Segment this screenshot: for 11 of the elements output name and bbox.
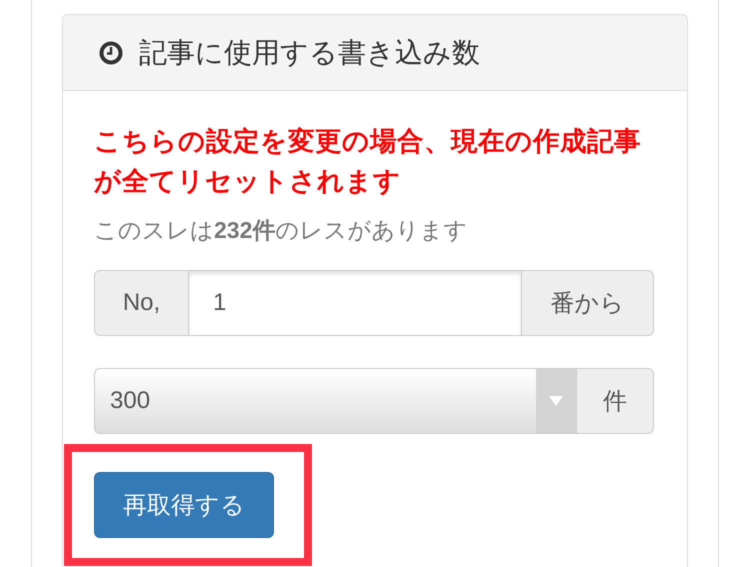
info-text: このスレは232件のレスがあります bbox=[94, 216, 468, 245]
clock-icon bbox=[99, 40, 123, 64]
unit-label: 件 bbox=[576, 368, 654, 434]
start-number-field[interactable]: 1 bbox=[189, 270, 521, 336]
suffix-label: 番から bbox=[521, 270, 654, 336]
count-select[interactable]: 300 bbox=[94, 368, 576, 434]
dropdown-arrow-icon bbox=[549, 396, 563, 406]
prefix-label: No, bbox=[94, 270, 189, 336]
refetch-button[interactable]: 再取得する bbox=[94, 472, 274, 538]
warning-text: こちらの設定を変更の場合、現在の作成記事が全てリセットされます bbox=[94, 125, 642, 198]
panel-title: 記事に使用する書き込み数 bbox=[139, 36, 480, 70]
